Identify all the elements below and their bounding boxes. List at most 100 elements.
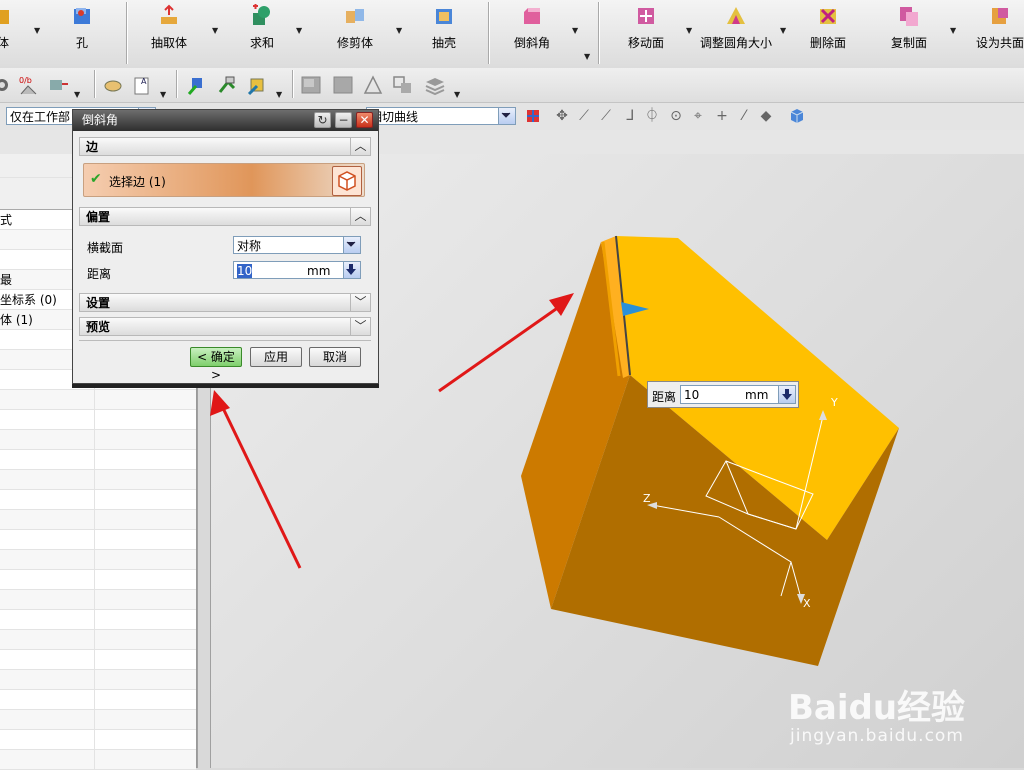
ribbon-btn-resize-blend[interactable]: 调整圆角大小 xyxy=(700,4,772,62)
chevron-down-icon[interactable]: ▼ xyxy=(276,90,282,99)
ribbon-btn-extract-body[interactable]: 抽取体 xyxy=(146,4,192,62)
snap-point-icon[interactable] xyxy=(0,74,16,96)
navigator-row[interactable] xyxy=(0,650,196,670)
mid-point-icon[interactable]: ⟋ xyxy=(598,108,614,124)
navigator-row[interactable] xyxy=(0,510,196,530)
cross-section-dropdown[interactable]: 对称 xyxy=(233,236,361,254)
navigator-row[interactable] xyxy=(0,750,196,770)
navigator-row[interactable] xyxy=(0,610,196,630)
column-divider xyxy=(94,570,95,590)
navigator-row-label: 体 (1) xyxy=(0,313,33,327)
existing-point-icon[interactable]: + xyxy=(714,108,730,124)
dialog-titlebar[interactable]: 倒斜角 ↻ − ✕ xyxy=(73,110,378,131)
navigator-row[interactable] xyxy=(0,570,196,590)
ribbon-btn-move-face[interactable]: 移动面 xyxy=(624,4,668,62)
chevron-up-icon[interactable]: ︿ xyxy=(350,207,370,226)
navigator-row[interactable] xyxy=(0,710,196,730)
onscreen-distance-field[interactable]: 10 mm xyxy=(680,385,796,404)
wcs-dynamics-icon[interactable] xyxy=(186,74,208,96)
chevron-down-icon[interactable]: ▼ xyxy=(396,26,402,35)
select-edge-row[interactable]: ✔ 选择边 (1) xyxy=(83,163,365,197)
navigator-row[interactable] xyxy=(0,490,196,510)
navigator-row[interactable] xyxy=(0,410,196,430)
chevron-down-icon[interactable]: ▼ xyxy=(160,90,166,99)
triangle-icon[interactable] xyxy=(362,74,384,96)
navigator-row[interactable] xyxy=(0,690,196,710)
chevron-down-icon[interactable]: ▼ xyxy=(34,26,40,35)
navigator-row-label: 最 xyxy=(0,273,13,287)
view-cube-icon[interactable] xyxy=(788,107,806,125)
section-settings[interactable]: 设置 ﹀ xyxy=(79,293,371,312)
ribbon-btn-copy-face[interactable]: 复制面 xyxy=(890,4,928,62)
ribbon-btn-unite[interactable]: 求和 xyxy=(244,4,280,62)
chevron-down-icon[interactable] xyxy=(343,237,360,253)
chevron-down-icon[interactable]: ▼ xyxy=(686,26,692,35)
edge-selection-cube-icon[interactable] xyxy=(332,166,362,196)
navigator-row[interactable] xyxy=(0,550,196,570)
layers-stack-icon[interactable] xyxy=(424,74,446,96)
cancel-button[interactable]: 取消 xyxy=(309,347,361,367)
wcs-origin-icon[interactable] xyxy=(216,74,238,96)
reset-icon[interactable]: ↻ xyxy=(314,112,331,128)
column-divider xyxy=(94,690,95,710)
close-icon[interactable]: ✕ xyxy=(356,112,373,128)
ribbon-btn-make-coplanar[interactable]: 设为共面 xyxy=(976,4,1024,62)
ribbon-btn-body[interactable]: 体 xyxy=(0,4,18,62)
apply-button[interactable]: 应用 xyxy=(250,347,302,367)
navigator-row[interactable] xyxy=(0,470,196,490)
unit-dropdown-button[interactable] xyxy=(778,386,795,403)
ribbon-btn-trim-body[interactable]: 修剪体 xyxy=(332,4,378,62)
standard-toolbar: 0/b ▼ A ▼ ▼ ▼ xyxy=(0,68,1024,103)
chevron-up-icon[interactable]: ︿ xyxy=(350,137,370,156)
chevron-down-icon[interactable]: ▼ xyxy=(780,26,786,35)
chevron-down-icon[interactable]: ▼ xyxy=(74,90,80,99)
ribbon-btn-delete-face[interactable]: 删除面 xyxy=(808,4,848,62)
collapse-icon[interactable]: − xyxy=(335,112,352,128)
chevron-down-icon[interactable]: ▼ xyxy=(572,26,578,35)
chevron-down-icon[interactable]: ﹀ xyxy=(350,317,370,336)
navigator-row[interactable] xyxy=(0,730,196,750)
navigator-row[interactable] xyxy=(0,630,196,650)
section-edge[interactable]: 边 ︿ xyxy=(79,137,371,156)
arc-center-icon[interactable]: ⊙ xyxy=(668,108,684,124)
layer-settings-icon[interactable] xyxy=(48,74,70,96)
curve-rule-dropdown[interactable]: 相切曲线 xyxy=(366,107,516,125)
chevron-down-icon[interactable]: ▼ xyxy=(584,52,590,61)
control-point-icon[interactable]: ᒧ xyxy=(622,108,638,124)
quadrant-point-icon[interactable]: ⌖ xyxy=(690,108,706,124)
section-offset[interactable]: 偏置 ︿ xyxy=(79,207,371,226)
section-preview[interactable]: 预览 ﹀ xyxy=(79,317,371,336)
hole-icon xyxy=(74,8,90,24)
chevron-down-icon[interactable]: ▼ xyxy=(296,26,302,35)
chevron-down-icon[interactable]: ▼ xyxy=(950,26,956,35)
navigator-row[interactable] xyxy=(0,430,196,450)
chevron-down-icon[interactable]: ▼ xyxy=(454,90,460,99)
ribbon-btn-hole[interactable]: 孔 xyxy=(66,4,98,62)
point-on-curve-icon[interactable]: ⁄ xyxy=(736,108,752,124)
view-layout-icon[interactable] xyxy=(332,74,354,96)
navigator-row[interactable] xyxy=(0,450,196,470)
clip-view-icon[interactable] xyxy=(392,74,414,96)
edit-text-icon[interactable]: A xyxy=(132,74,154,96)
edit-object-icon[interactable] xyxy=(102,74,124,96)
chevron-down-icon[interactable]: ﹀ xyxy=(350,293,370,312)
stop-at-intersection-icon[interactable] xyxy=(524,107,542,125)
navigator-row[interactable] xyxy=(0,390,196,410)
view-section-icon[interactable] xyxy=(300,74,322,96)
navigator-row[interactable] xyxy=(0,670,196,690)
unit-dropdown-button[interactable] xyxy=(343,262,360,278)
ribbon-btn-shell[interactable]: 抽壳 xyxy=(428,4,460,62)
intersection-point-icon[interactable]: ⏀ xyxy=(644,108,660,124)
navigator-row[interactable] xyxy=(0,590,196,610)
ok-button[interactable]: < 确定 > xyxy=(190,347,242,382)
point-on-face-icon[interactable]: ◆ xyxy=(758,108,774,124)
show-hide-icon[interactable]: 0/b xyxy=(18,74,40,96)
ribbon-btn-chamfer[interactable]: 倒斜角 xyxy=(510,4,554,62)
chevron-down-icon[interactable]: ▼ xyxy=(212,26,218,35)
snap-point-dialog-icon[interactable]: ✥ xyxy=(554,108,570,124)
end-point-icon[interactable]: ⟋ xyxy=(576,108,592,124)
distance-field[interactable]: 10 mm xyxy=(233,261,361,279)
chevron-down-icon[interactable] xyxy=(498,108,515,124)
navigator-row[interactable] xyxy=(0,530,196,550)
wcs-orient-icon[interactable] xyxy=(246,74,268,96)
